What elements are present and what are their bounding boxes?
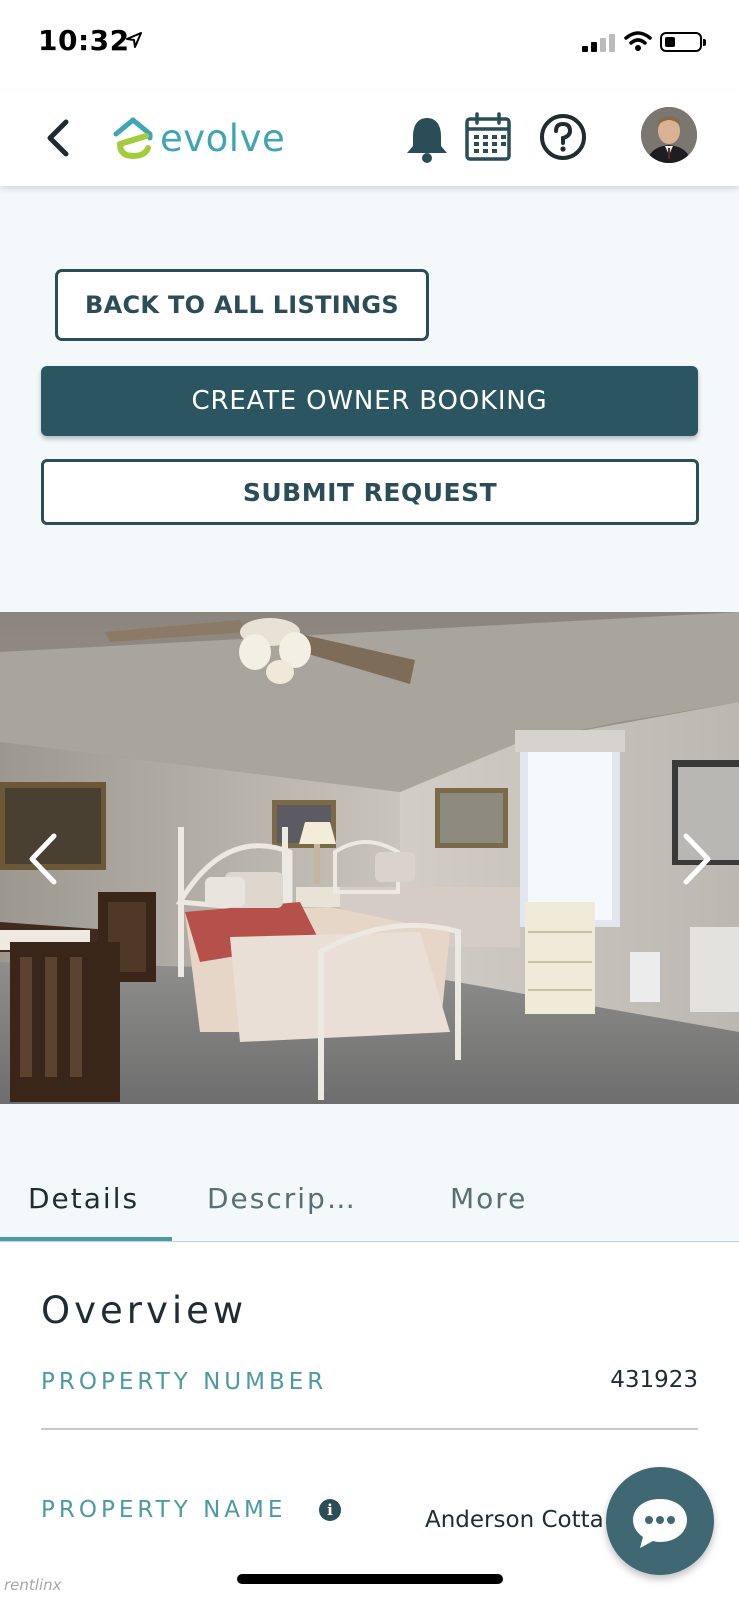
carousel-next-icon[interactable] [676,830,716,888]
row-divider [41,1428,698,1430]
wifi-icon [624,31,652,51]
evolve-logo[interactable]: evolve [112,110,285,166]
property-number-label: PROPERTY NUMBER [41,1369,328,1395]
tab-more[interactable]: More [450,1182,527,1215]
tab-description[interactable]: Descrip… [207,1182,357,1215]
location-arrow-icon [126,32,142,48]
listing-tabs: Details Descrip… More [0,1160,739,1242]
help-icon[interactable] [538,112,588,162]
app-header: evolve [0,90,739,186]
tab-details[interactable]: Details [28,1182,139,1215]
tabs-divider [0,1241,739,1242]
property-number-value: 431923 [610,1367,698,1393]
battery-icon [660,32,706,52]
chat-icon [633,1499,687,1548]
user-avatar-icon [641,107,697,163]
home-indicator [237,1574,503,1584]
property-name-value: Anderson Cotta [425,1507,604,1533]
calendar-icon[interactable] [464,112,512,162]
back-chevron-icon[interactable] [40,114,76,162]
logo-text: evolve [160,116,286,160]
chat-button[interactable] [606,1467,714,1575]
watermark: rentlinx [4,1576,62,1594]
section-title: Overview [41,1289,248,1332]
submit-request-button[interactable]: SUBMIT REQUEST [41,459,699,525]
carousel-prev-icon[interactable] [24,830,64,888]
cell-signal-icon [582,34,615,52]
avatar[interactable] [641,107,697,163]
listing-actions: BACK TO ALL LISTINGS CREATE OWNER BOOKIN… [0,186,739,612]
create-owner-booking-button[interactable]: CREATE OWNER BOOKING [41,366,698,436]
bedroom-photo [0,612,739,1104]
property-photo-carousel[interactable] [0,612,739,1104]
back-to-all-listings-button[interactable]: BACK TO ALL LISTINGS [55,269,429,341]
info-icon[interactable]: i [319,1499,341,1521]
status-bar: 10:32 [0,0,739,90]
status-time: 10:32 [38,24,130,57]
evolve-logo-mark-icon [113,117,153,160]
property-name-label: PROPERTY NAME [41,1497,287,1523]
bell-icon[interactable] [404,114,450,164]
